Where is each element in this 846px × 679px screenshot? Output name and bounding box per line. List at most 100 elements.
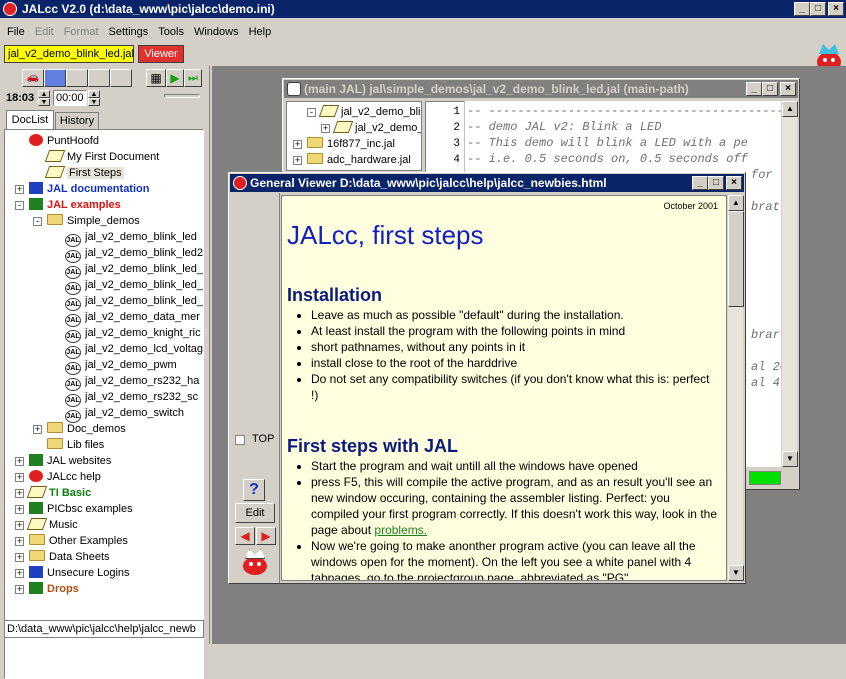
menu-file[interactable]: File [2,23,30,41]
editor-file-item[interactable]: jal_v2_demo_blink [318,104,421,120]
calculator-icon[interactable]: ▦ [146,69,166,87]
scroll-thumb[interactable] [728,211,744,307]
editor-file-item[interactable]: 16f877_inc.jal [307,136,395,152]
tree-expander-icon[interactable]: - [33,217,42,226]
tab-history[interactable]: History [55,112,99,129]
forward-arrow-icon[interactable]: ▶ [256,527,276,545]
tree-item[interactable]: TI Basic [26,485,91,501]
book-icon[interactable] [44,69,66,87]
back-arrow-icon[interactable]: ◀ [235,527,255,545]
tree-expander-icon[interactable]: + [15,585,24,594]
tree-item[interactable]: JAL jal_v2_demo_blink_led [65,229,197,247]
tree-item[interactable]: JAL jal_v2_demo_rs232_sc [65,389,198,407]
scroll-up-icon[interactable]: ▲ [782,101,798,117]
menu-help[interactable]: Help [244,23,277,41]
close-icon[interactable]: × [828,2,844,16]
tree-item[interactable]: First Steps [44,165,124,181]
tree-expander-icon[interactable]: + [15,553,24,562]
menu-settings[interactable]: Settings [104,23,154,41]
maximize-icon[interactable]: □ [708,176,724,190]
spin-up-icon[interactable]: ▲ [38,90,50,98]
top-checkbox[interactable] [235,435,245,445]
close-icon[interactable]: × [726,176,742,190]
tree-item[interactable]: JAL jal_v2_demo_lcd_voltag [65,341,203,359]
tree-item[interactable]: Data Sheets [29,549,110,565]
menu-edit[interactable]: Edit [30,23,59,41]
tree-expander-icon[interactable]: + [293,156,302,165]
tree-expander-icon[interactable]: + [15,473,24,482]
tree-expander-icon[interactable]: + [15,185,24,194]
tree-item[interactable]: JAL jal_v2_demo_blink_led_ [65,261,203,279]
tree-item[interactable]: Other Examples [29,533,128,549]
tree-item[interactable]: JAL examples [29,197,121,213]
tree-item[interactable]: Unsecure Logins [29,565,130,581]
tree-expander-icon[interactable]: - [15,201,24,210]
scroll-up-icon[interactable]: ▲ [728,195,744,211]
menu-tools[interactable]: Tools [153,23,189,41]
help-icon[interactable]: ? [243,479,265,501]
minimize-icon[interactable]: _ [746,82,762,96]
editor-file-item[interactable]: jal_v2_demo_1 [332,120,421,136]
tree-item[interactable]: JAL jal_v2_demo_blink_led_ [65,293,203,311]
tree-item[interactable]: JAL jal_v2_demo_rs232_ha [65,373,199,391]
edit-button[interactable]: Edit [235,503,275,523]
tree-item[interactable]: JAL jal_v2_demo_data_mer [65,309,200,327]
scroll-down-icon[interactable]: ▼ [728,565,744,581]
time-2-spinner[interactable]: ▲ ▼ [88,90,100,106]
scroll-down-icon[interactable]: ▼ [782,451,798,467]
editor-file-item[interactable]: adc_hardware.jal [307,152,411,168]
menu-bar: File Edit Format Settings Tools Windows Help [2,23,276,41]
problems-link[interactable]: problems. [374,523,427,537]
tree-expander-icon[interactable]: + [15,505,24,514]
toolbar-blank-button-3[interactable] [110,69,132,87]
tree-item[interactable]: Lib files [47,437,104,453]
time-2-field[interactable]: 00:00 [53,90,87,106]
tree-expander-icon[interactable]: + [321,124,330,133]
tree-item[interactable]: JALcc help [29,469,101,485]
time-1-spinner[interactable]: ▲ ▼ [38,90,50,106]
tree-item[interactable]: JAL jal_v2_demo_switch [65,405,184,423]
maximize-icon[interactable]: □ [762,82,778,96]
tree-item[interactable]: JAL jal_v2_demo_knight_ric [65,325,201,343]
tree-item[interactable]: JAL jal_v2_demo_pwm [65,357,177,375]
tree-item[interactable]: JAL jal_v2_demo_blink_led2 [65,245,203,263]
minimize-icon[interactable]: _ [692,176,708,190]
tree-item[interactable]: JAL documentation [29,181,149,197]
menu-windows[interactable]: Windows [189,23,244,41]
tree-item[interactable]: JAL jal_v2_demo_blink_led_ [65,277,203,295]
speed-slider[interactable] [164,94,200,98]
tree-item[interactable]: Doc_demos [47,421,126,437]
tree-expander-icon[interactable]: + [15,489,24,498]
run-icon[interactable]: ▶ [166,69,184,87]
tree-expander-icon[interactable]: - [307,108,316,117]
spin-up-icon[interactable]: ▲ [88,90,100,98]
tab-doclist[interactable]: DocList [6,110,54,129]
maximize-icon[interactable]: □ [810,2,826,16]
tree-item[interactable]: JAL websites [29,453,111,469]
tree-expander-icon[interactable]: + [293,140,302,149]
spin-down-icon[interactable]: ▼ [38,98,50,106]
tree-item[interactable]: Simple_demos [47,213,140,229]
toolbar-blank-button-2[interactable] [88,69,110,87]
spin-down-icon[interactable]: ▼ [88,98,100,106]
minimize-icon[interactable]: _ [794,2,810,16]
toolbar-blank-button-1[interactable] [66,69,88,87]
viewer-scrollbar[interactable]: ▲ ▼ [727,195,744,581]
tree-expander-icon[interactable]: + [33,425,42,434]
tree-expander-icon[interactable]: + [15,457,24,466]
run-to-end-icon[interactable]: ⏭ [184,69,202,87]
tab-viewer[interactable]: Viewer [138,45,184,63]
tree-item[interactable]: Drops [29,581,79,597]
tree-expander-icon[interactable]: + [15,569,24,578]
car-icon[interactable]: 🚗 [22,69,44,87]
tree-item[interactable]: PuntHoofd [29,133,99,149]
editor-scrollbar[interactable]: ▲ ▼ [781,101,798,467]
tab-jal-file[interactable]: jal_v2_demo_blink_led.jal [4,45,134,63]
tree-item[interactable]: Music [26,517,78,533]
tree-expander-icon[interactable]: + [15,537,24,546]
tree-item[interactable]: PICbsc examples [29,501,133,517]
tree-expander-icon[interactable]: + [15,521,24,530]
tree-item[interactable]: My First Document [44,149,159,165]
menu-format[interactable]: Format [59,23,104,41]
close-icon[interactable]: × [780,82,796,96]
